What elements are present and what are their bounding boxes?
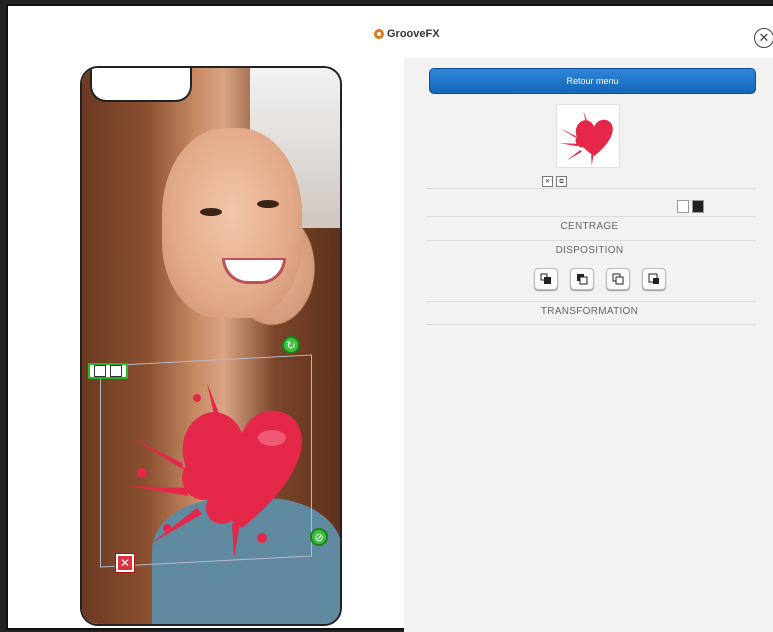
phone-notch (90, 68, 192, 102)
groovefx-logo-icon (374, 29, 384, 39)
rotate-handle[interactable]: ↻ (282, 336, 300, 354)
sticker-preview (556, 104, 620, 168)
phone-canvas[interactable] (80, 66, 342, 626)
back-to-menu-button[interactable]: Retour menu (429, 68, 756, 94)
properties-panel: Retour menu ✕ ⧉ CENTRAGE DISPOSITION TRA… (404, 58, 773, 632)
send-backward-icon (612, 273, 624, 285)
close-icon: ✕ (758, 30, 770, 46)
send-to-back-icon (648, 273, 659, 284)
bring-forward-icon (577, 274, 588, 285)
editor-window: GrooveFX ✕ ↻ ⊘ ✕ Retour menu ✕ ⧉ CENTRAG… (6, 4, 773, 632)
section-transformation[interactable]: TRANSFORMATION (404, 306, 773, 317)
logo-text: GrooveFX (387, 28, 440, 40)
section-centrage[interactable]: CENTRAGE (404, 221, 773, 232)
send-to-back-button[interactable] (642, 268, 666, 290)
duplicate-tool-button[interactable]: ⧉ (556, 176, 567, 187)
section-disposition[interactable]: DISPOSITION (404, 245, 773, 256)
divider (426, 324, 756, 325)
divider (426, 188, 756, 189)
bring-to-front-icon (540, 273, 551, 284)
flip-icon (110, 365, 122, 377)
disposition-buttons (534, 268, 666, 290)
preview-tools: ✕ ⧉ (542, 176, 567, 187)
face (162, 128, 302, 318)
dark-mode-toggle[interactable] (692, 200, 704, 213)
light-mode-toggle[interactable] (677, 200, 689, 213)
divider (426, 301, 756, 302)
rotate-icon: ↻ (286, 338, 296, 352)
resize-icon (94, 365, 106, 377)
logo: GrooveFX (374, 28, 440, 40)
delete-icon: ✕ (119, 556, 131, 570)
delete-handle[interactable]: ✕ (115, 553, 135, 573)
bring-forward-button[interactable] (570, 268, 594, 290)
heart-sticker[interactable] (122, 368, 322, 558)
bring-to-front-button[interactable] (534, 268, 558, 290)
scale-icon: ⊘ (314, 530, 324, 544)
scale-handle[interactable]: ⊘ (310, 528, 328, 546)
heart-preview-icon (559, 111, 613, 166)
divider (426, 240, 756, 241)
remove-tool-button[interactable]: ✕ (542, 176, 553, 187)
resize-handle[interactable] (88, 363, 128, 379)
send-backward-button[interactable] (606, 268, 630, 290)
divider (426, 216, 756, 217)
close-button[interactable]: ✕ (754, 28, 773, 48)
color-toggle (677, 200, 704, 213)
